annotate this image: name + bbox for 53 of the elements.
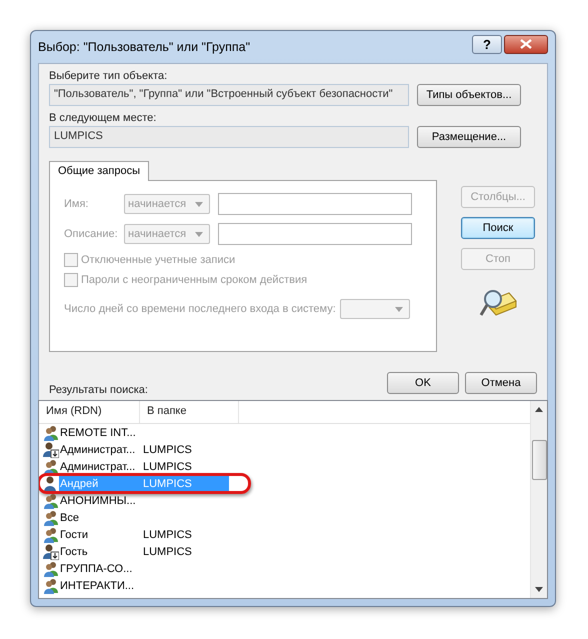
days-label: Число дней со времени последнего входа в систему:: [64, 303, 336, 315]
users-icon: [43, 560, 59, 576]
side-button[interactable]: Поиск: [461, 217, 535, 239]
dialog-button[interactable]: Отмена: [465, 372, 537, 394]
object-type-field: "Пользователь", "Группа" или "Встроенный субъект безопасности": [49, 84, 409, 106]
dialog-button[interactable]: OK: [387, 372, 459, 394]
table-cell[interactable]: АНОНИМНЫ...: [59, 494, 143, 506]
field-label: Имя:: [64, 198, 90, 210]
table-cell[interactable]: ИНТЕРАКТИ...: [59, 580, 143, 592]
table-cell[interactable]: LUMPICS: [143, 460, 229, 472]
user-icon: [43, 544, 59, 560]
column-header[interactable]: В папке: [140, 401, 239, 423]
scroll-down-icon[interactable]: [535, 587, 543, 592]
table-cell[interactable]: LUMPICS: [143, 528, 229, 540]
close-button[interactable]: [504, 34, 548, 54]
locations-button[interactable]: Размещение...: [417, 126, 521, 148]
users-icon: [43, 526, 59, 542]
table-cell[interactable]: REMOTE INT...: [59, 426, 143, 438]
users-icon: [43, 510, 59, 526]
table-cell[interactable]: Администрат...: [59, 460, 143, 472]
column-header[interactable]: Имя (RDN): [39, 401, 140, 423]
window-title: Выбор: "Пользователь" или "Группа": [38, 40, 250, 54]
table-cell[interactable]: Все: [59, 512, 143, 524]
table-cell[interactable]: LUMPICS: [143, 546, 229, 558]
checkbox-label: Отключенные учетные записи: [81, 254, 236, 266]
scrollbar[interactable]: [530, 401, 547, 598]
days-dropdown[interactable]: [340, 299, 410, 319]
table-cell[interactable]: Гости: [59, 528, 143, 540]
dropdown-arrow-icon: [394, 306, 403, 312]
user-icon: [43, 442, 59, 458]
table-cell[interactable]: Гость: [59, 546, 143, 558]
users-icon: [43, 578, 59, 594]
location-field: LUMPICS: [49, 126, 409, 148]
scroll-up-icon[interactable]: [535, 407, 543, 412]
checkbox-label: Пароли с неограниченным сроком действия: [81, 274, 308, 286]
close-icon: [520, 39, 532, 49]
table-cell[interactable]: LUMPICS: [143, 444, 229, 456]
field-label: Описание:: [64, 228, 119, 240]
users-icon: [43, 424, 59, 440]
tab[interactable]: Общие запросы: [49, 161, 149, 181]
table-cell[interactable]: ГРУППА-СО...: [59, 562, 143, 574]
object-types-button[interactable]: Типы объектов...: [417, 84, 521, 106]
user-icon: [43, 476, 59, 492]
help-button[interactable]: ?: [472, 34, 502, 54]
dropdown-arrow-icon: [195, 232, 203, 236]
scroll-thumb[interactable]: [532, 440, 546, 480]
object-type-label: Выберите тип объекта:: [49, 70, 168, 82]
results-label: Результаты поиска:: [49, 384, 148, 396]
table-cell[interactable]: Администрат...: [59, 444, 143, 456]
location-label: В следующем месте:: [49, 112, 158, 124]
users-icon: [43, 492, 59, 508]
users-icon: [43, 458, 59, 474]
dropdown-arrow-icon: [195, 202, 203, 206]
